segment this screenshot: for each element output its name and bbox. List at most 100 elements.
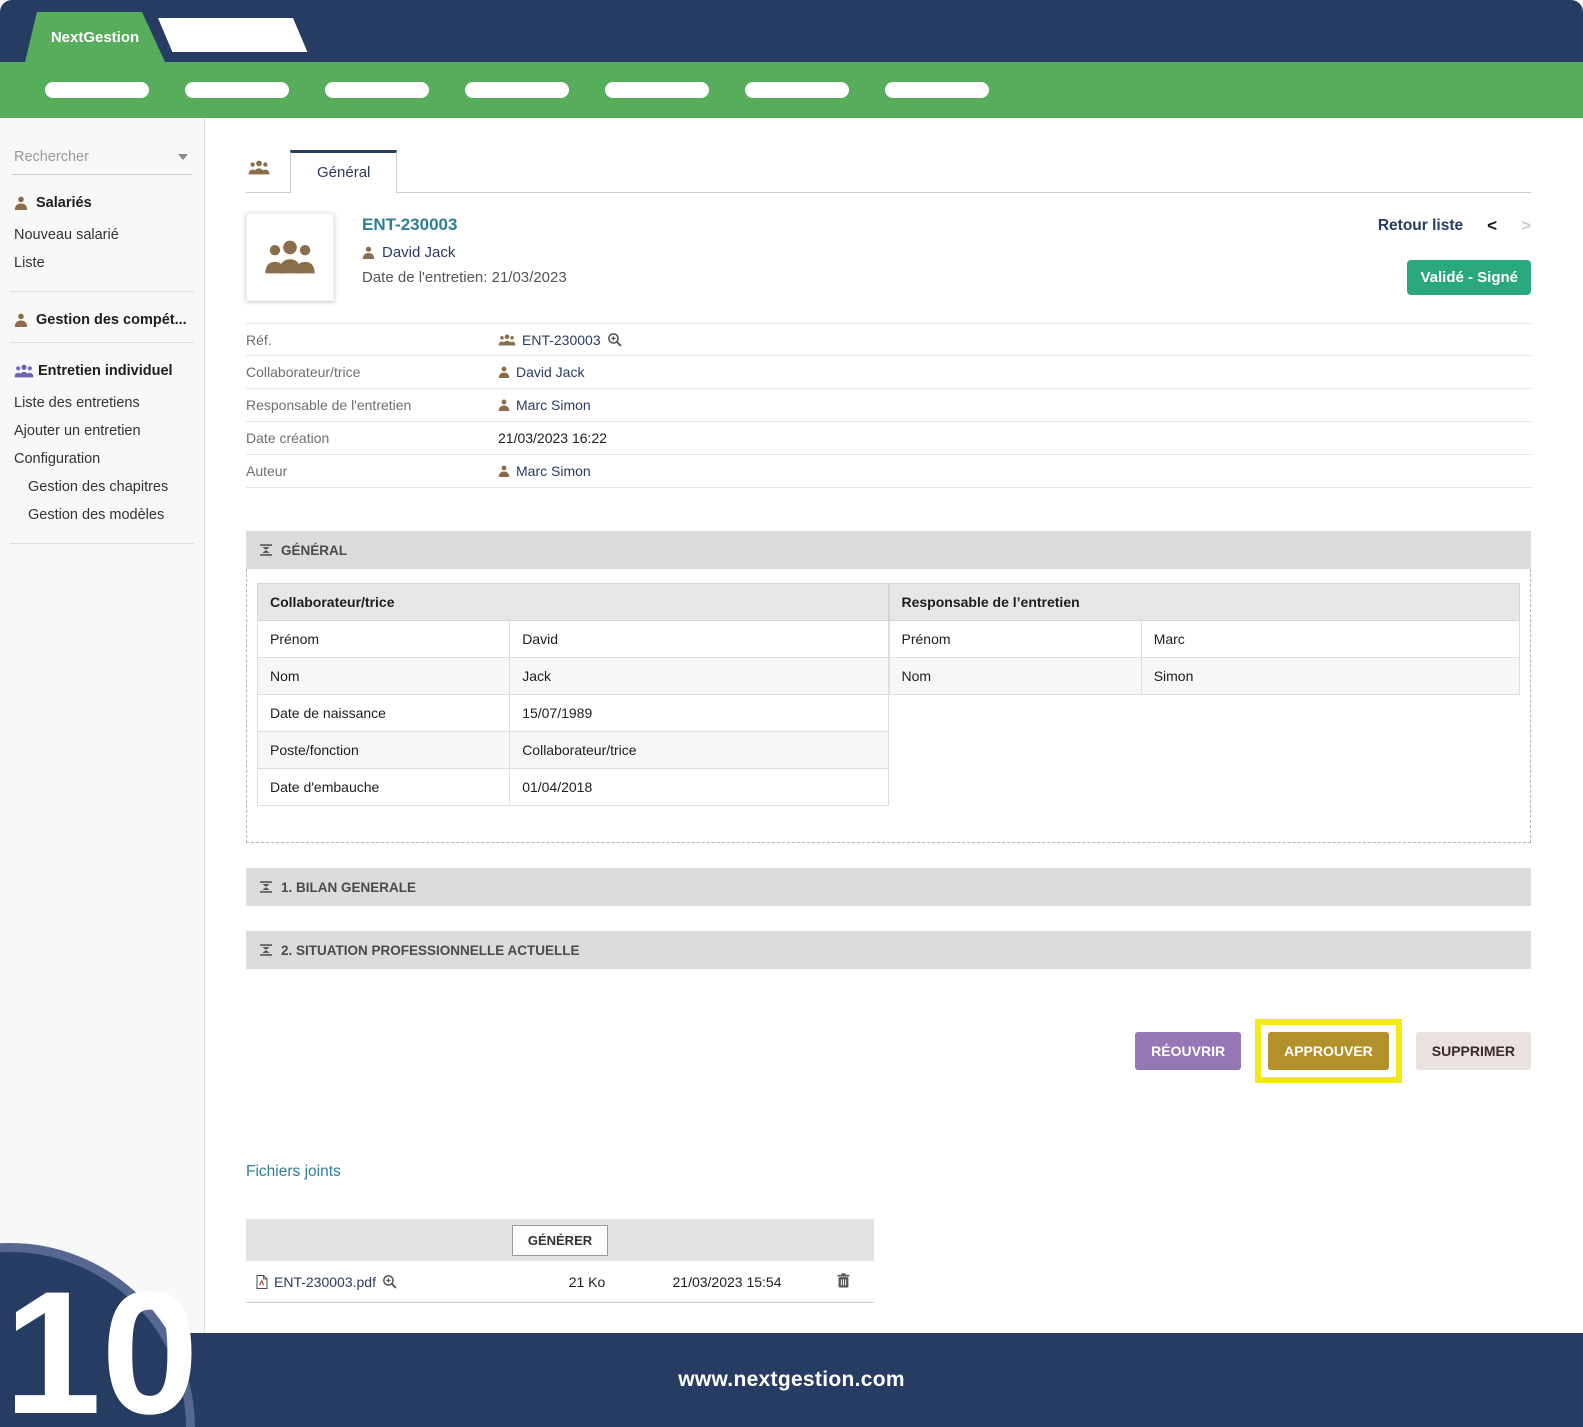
cell-label: Poste/fonction (258, 732, 510, 769)
nav-pill[interactable] (45, 82, 149, 98)
section-general-header[interactable]: GÉNÉRAL (246, 531, 1531, 569)
nav-pill[interactable] (465, 82, 569, 98)
users-icon (264, 239, 316, 275)
approve-highlight-box: APPROUVER (1255, 1019, 1402, 1083)
detail-value: ENT-230003 (522, 332, 601, 348)
footer: www.nextgestion.com (0, 1333, 1583, 1427)
main-nav-bar (0, 62, 1583, 118)
cell-label: Prénom (258, 621, 510, 658)
detail-label: Collaborateur/trice (246, 364, 498, 380)
cell-label: Nom (889, 658, 1141, 695)
attachments-title[interactable]: Fichiers joints (246, 1163, 1531, 1181)
detail-row-date-creation: Date création 21/03/2023 16:22 (246, 422, 1531, 455)
previous-record-arrow[interactable]: < (1487, 216, 1497, 236)
next-record-arrow[interactable]: > (1521, 216, 1531, 236)
header-decorative-shape (158, 18, 307, 52)
sidebar-section-salaries[interactable]: Salariés (14, 195, 192, 211)
file-link[interactable]: ENT-230003.pdf (274, 1274, 376, 1290)
status-badge: Validé - Signé (1407, 260, 1531, 295)
table-row: Prénom Marc (889, 621, 1520, 658)
cell-value: Marc (1141, 621, 1519, 658)
detail-label: Date création (246, 430, 498, 446)
section-general-body: Collaborateur/trice Prénom David Nom Jac… (246, 569, 1531, 843)
user-icon (14, 196, 28, 210)
table-row: Nom Simon (889, 658, 1520, 695)
sidebar-item-nouveau-salarie[interactable]: Nouveau salarié (12, 221, 192, 249)
record-header: ENT-230003 David Jack Date de l'entretie… (246, 213, 1531, 301)
file-size: 21 Ko (532, 1274, 642, 1290)
nav-pill[interactable] (605, 82, 709, 98)
delete-button[interactable]: SUPPRIMER (1416, 1032, 1531, 1070)
section-situation-header[interactable]: 2. SITUATION PROFESSIONNELLE ACTUELLE (246, 931, 1531, 969)
cell-value: David (510, 621, 888, 658)
divider (10, 543, 194, 544)
nav-pill[interactable] (185, 82, 289, 98)
detail-label: Auteur (246, 463, 498, 479)
detail-row-responsable: Responsable de l'entretien Marc Simon (246, 389, 1531, 422)
record-reference: ENT-230003 (362, 215, 1291, 235)
cell-label: Date de naissance (258, 695, 510, 732)
zoom-in-icon[interactable] (607, 332, 622, 347)
page: NextGestion Rechercher Salariés Nouveau (0, 0, 1583, 1427)
collapse-icon (260, 881, 272, 893)
divider (10, 291, 194, 292)
section-title: 1. BILAN GENERALE (281, 880, 416, 895)
back-to-list-link[interactable]: Retour liste (1378, 217, 1463, 235)
record-info: ENT-230003 David Jack Date de l'entretie… (362, 213, 1291, 301)
cell-value: Collaborateur/trice (510, 732, 888, 769)
trash-icon[interactable] (837, 1273, 850, 1288)
approve-button[interactable]: APPROUVER (1268, 1032, 1389, 1070)
record-interview-date: Date de l'entretien: 21/03/2023 (362, 269, 1291, 286)
cell-value: 15/07/1989 (510, 695, 888, 732)
sidebar-section-competences[interactable]: Gestion des compét... (14, 312, 192, 328)
logo-tab[interactable]: NextGestion (25, 12, 165, 62)
chevron-down-icon (178, 154, 188, 160)
nav-pill[interactable] (745, 82, 849, 98)
detail-value: David Jack (516, 364, 584, 380)
sidebar-item-liste[interactable]: Liste (12, 249, 192, 277)
detail-row-collaborateur: Collaborateur/trice David Jack (246, 356, 1531, 389)
generate-button[interactable]: GÉNÉRER (512, 1225, 608, 1256)
search-input[interactable]: Rechercher (12, 144, 192, 175)
table-row: Date d'embauche 01/04/2018 (258, 769, 889, 806)
users-icon (498, 334, 516, 346)
logo-text: NextGestion (51, 29, 139, 46)
attachments-table-header: GÉNÉRER (246, 1219, 874, 1261)
collapse-icon (260, 544, 272, 556)
reopen-button[interactable]: RÉOUVRIR (1135, 1032, 1241, 1070)
divider (10, 342, 194, 343)
section-title: GÉNÉRAL (281, 543, 347, 558)
main-content: Général ENT-230003 David Jack (205, 118, 1583, 1333)
users-icon (14, 364, 34, 378)
nav-pill[interactable] (885, 82, 989, 98)
table-header: Responsable de l’entretien (889, 584, 1520, 621)
cell-label: Prénom (889, 621, 1141, 658)
sidebar-item-liste-entretiens[interactable]: Liste des entretiens (12, 389, 192, 417)
search-placeholder: Rechercher (14, 149, 89, 165)
sidebar-title-label: Salariés (36, 195, 92, 211)
sidebar-item-ajouter-entretien[interactable]: Ajouter un entretien (12, 417, 192, 445)
user-icon (362, 246, 375, 259)
sidebar-section-entretien[interactable]: Entretien individuel (14, 363, 192, 379)
detail-value: Marc Simon (516, 463, 591, 479)
app-header: NextGestion (0, 0, 1583, 62)
sidebar-item-gestion-modeles[interactable]: Gestion des modèles (12, 501, 192, 529)
file-date: 21/03/2023 15:54 (642, 1274, 812, 1290)
section-bilan-header[interactable]: 1. BILAN GENERALE (246, 868, 1531, 906)
sidebar-item-configuration[interactable]: Configuration (12, 445, 192, 473)
pdf-file-icon (256, 1275, 268, 1289)
collapse-icon (260, 944, 272, 956)
zoom-in-icon[interactable] (382, 1274, 397, 1289)
user-icon (14, 313, 28, 327)
collaborateur-table: Collaborateur/trice Prénom David Nom Jac… (257, 583, 889, 806)
record-actions: Retour liste < > Validé - Signé (1291, 213, 1531, 301)
tab-general[interactable]: Général (290, 150, 397, 193)
cell-value: Jack (510, 658, 888, 695)
tab-entretien-icon-button[interactable] (246, 160, 290, 192)
sidebar-item-gestion-chapitres[interactable]: Gestion des chapitres (12, 473, 192, 501)
file-row: ENT-230003.pdf 21 Ko 21/03/2023 15:54 (246, 1261, 874, 1303)
nav-pill[interactable] (325, 82, 429, 98)
user-icon (498, 465, 510, 477)
user-icon (498, 399, 510, 411)
user-icon (498, 366, 510, 378)
